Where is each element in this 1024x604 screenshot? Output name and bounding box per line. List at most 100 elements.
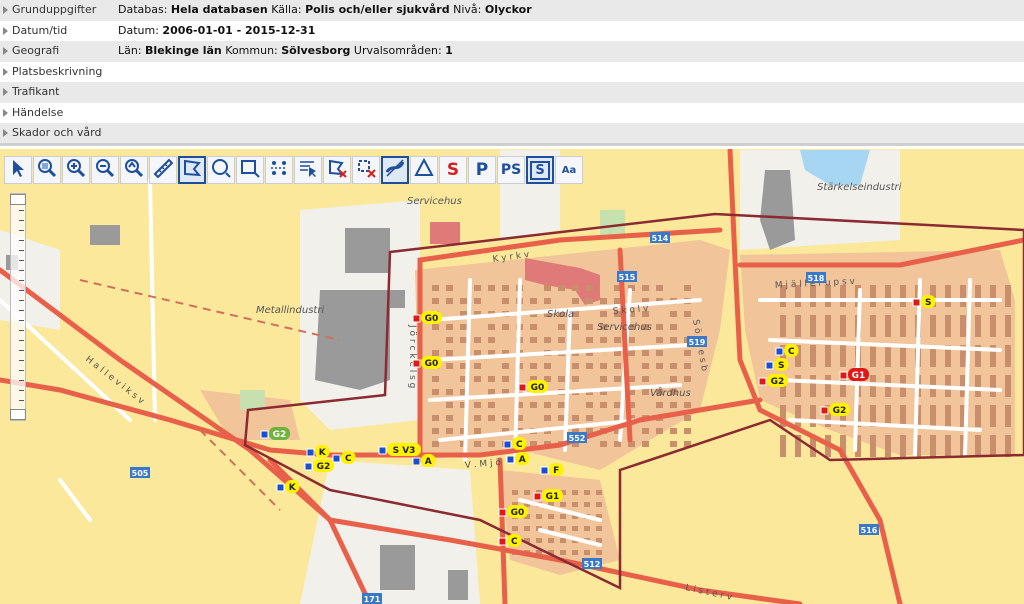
list-cursor-icon [298,158,318,183]
house [990,315,996,337]
house [488,389,495,395]
accident-label: G0 [511,508,525,518]
house [488,376,495,382]
expand-arrow-icon[interactable] [3,6,8,15]
filter-label[interactable]: Grunduppgifter [12,1,118,19]
house [558,415,565,421]
accident-square [412,457,421,466]
triangle-tool[interactable] [410,156,438,184]
house [1005,375,1011,397]
house [560,550,566,555]
house [960,315,966,337]
house [930,435,936,457]
house [446,285,453,291]
filter-label[interactable]: Geografi [12,42,118,60]
zoom-extent-tool[interactable] [33,156,61,184]
circle-icon [211,158,231,183]
filter-row[interactable]: Platsbeskrivning [0,61,1024,82]
accident-square [540,466,549,475]
house [502,415,509,421]
show-roads-tool[interactable] [381,156,409,184]
house [960,285,966,307]
filter-row[interactable]: Geografi Län: Blekinge län Kommun: Sölves… [0,41,1024,62]
clear-polygon-tool[interactable] [323,156,351,184]
filter-value-text: Databas: [118,3,171,17]
house [975,435,981,457]
house [1005,435,1011,457]
select-objects-tool[interactable] [294,156,322,184]
house [656,337,663,343]
expand-arrow-icon[interactable] [3,47,8,56]
road-number: 512 [584,560,601,569]
measure-tool[interactable] [149,156,177,184]
zoom-tick [19,320,24,321]
house [586,285,593,291]
filter-label[interactable]: Skador och vård [12,124,118,142]
filter-label[interactable]: Händelse [12,104,118,122]
map-view[interactable]: Servicehus Metallindustri Skola Serviceh… [0,149,1024,604]
expand-arrow-icon[interactable] [3,26,8,35]
filter-value-text: Län: [118,44,146,58]
filter-row[interactable]: Händelse [0,102,1024,123]
house [584,502,590,507]
symbol-s-box-tool[interactable]: S [526,156,554,184]
house [544,285,551,291]
accident-label: G1 [852,371,866,381]
filter-row[interactable]: Skador och vård [0,123,1024,144]
zoom-tick [19,250,24,251]
expand-arrow-icon[interactable] [3,67,8,76]
house [530,363,537,369]
zoom-tick [19,270,24,271]
move-points-tool[interactable] [265,156,293,184]
house [572,363,579,369]
filter-value-strong: Hela databasen [170,3,268,17]
house [945,435,951,457]
select-arrow-tool[interactable] [4,156,32,184]
house [642,350,649,356]
house [586,363,593,369]
accident-label: K [319,448,327,458]
accident-square [912,298,921,307]
zoom-previous-tool[interactable] [120,156,148,184]
house [432,376,439,382]
house [544,298,551,304]
zoom-slider-bottom-handle[interactable] [10,409,26,420]
filter-label[interactable]: Trafikant [12,83,118,101]
expand-arrow-icon[interactable] [3,88,8,97]
search-text-tool[interactable]: Aa [555,156,583,184]
rectangle-select-tool[interactable] [236,156,264,184]
expand-arrow-icon[interactable] [3,108,8,117]
filter-row[interactable]: Datum/tid Datum: 2006-01-01 - 2015-12-31 [0,20,1024,41]
zoom-tick [19,240,24,241]
house [584,526,590,531]
accident-label: F [553,466,559,476]
zoom-in-tool[interactable] [62,156,90,184]
zoom-slider[interactable] [10,193,26,421]
accident-square [498,537,507,546]
filter-row[interactable]: Grunduppgifter Databas: Hela databasen Kä… [0,0,1024,21]
symbol-ps-tool[interactable]: PS [497,156,525,184]
accident-square [276,483,285,492]
house [600,402,607,408]
house [446,324,453,330]
zoom-out-tool[interactable] [91,156,119,184]
symbol-p-tool[interactable]: P [468,156,496,184]
filter-row[interactable]: Trafikant [0,82,1024,103]
house [600,441,607,447]
house [670,337,677,343]
house [670,324,677,330]
polygon-icon [182,158,202,183]
accident-square [758,377,767,386]
zoom-tick [19,290,24,291]
symbol-s-tool[interactable]: S [439,156,467,184]
road-number-shield: 512 [582,558,602,569]
polygon-select-tool[interactable] [178,156,206,184]
clear-selection-tool[interactable] [352,156,380,184]
house [656,402,663,408]
place-label: Skola [547,309,574,320]
zoom-slider-top-handle[interactable] [10,194,26,205]
expand-arrow-icon[interactable] [3,129,8,138]
filter-label[interactable]: Platsbeskrivning [12,63,118,81]
circle-select-tool[interactable] [207,156,235,184]
filter-label[interactable]: Datum/tid [12,22,118,40]
